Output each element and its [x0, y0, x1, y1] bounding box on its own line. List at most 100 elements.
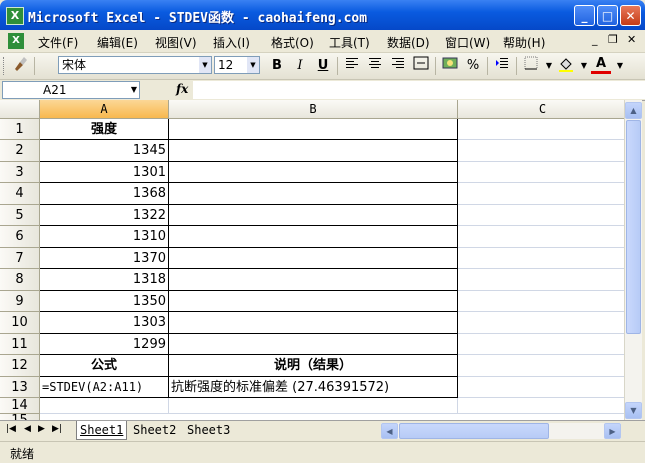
- row-header[interactable]: 8: [0, 269, 40, 291]
- menu-help[interactable]: 帮助(H): [503, 34, 545, 51]
- italic-button[interactable]: I: [290, 56, 310, 76]
- cell-b6[interactable]: [169, 226, 458, 248]
- menu-view[interactable]: 视图(V): [155, 34, 197, 51]
- doc-minimize-button[interactable]: _: [592, 33, 598, 46]
- cell-c4[interactable]: [458, 183, 624, 205]
- cell-a11[interactable]: 1299: [40, 334, 169, 355]
- doc-close-button[interactable]: ✕: [627, 33, 636, 46]
- cell-b9[interactable]: [169, 291, 458, 312]
- align-right-icon[interactable]: [388, 56, 408, 76]
- row-header[interactable]: 13: [0, 377, 40, 398]
- chevron-down-icon[interactable]: ▼: [199, 57, 211, 73]
- cell-a9[interactable]: 1350: [40, 291, 169, 312]
- cell-b11[interactable]: [169, 334, 458, 355]
- cell-a2[interactable]: 1345: [40, 140, 169, 162]
- cell-a14[interactable]: [40, 398, 169, 414]
- options-brush-icon[interactable]: [10, 56, 30, 76]
- cell-a8[interactable]: 1318: [40, 269, 169, 291]
- cell-a4[interactable]: 1368: [40, 183, 169, 205]
- align-left-icon[interactable]: [342, 56, 362, 76]
- bold-button[interactable]: B: [267, 56, 287, 76]
- cell-b4[interactable]: [169, 183, 458, 205]
- toolbar-grip[interactable]: [3, 57, 7, 75]
- menu-data[interactable]: 数据(D): [387, 34, 430, 51]
- row-header[interactable]: 5: [0, 205, 40, 226]
- row-header[interactable]: 4: [0, 183, 40, 205]
- cell-c10[interactable]: [458, 312, 624, 334]
- borders-icon[interactable]: [521, 56, 541, 76]
- menu-insert[interactable]: 插入(I): [213, 34, 250, 51]
- chevron-down-icon[interactable]: ▼: [247, 57, 259, 73]
- row-header[interactable]: 10: [0, 312, 40, 334]
- cell-c13[interactable]: [458, 377, 624, 398]
- first-sheet-icon[interactable]: |◀: [6, 424, 16, 434]
- fill-color-icon[interactable]: [556, 56, 576, 76]
- cell-b7[interactable]: [169, 248, 458, 269]
- sheet-tab-sheet3[interactable]: Sheet3: [184, 421, 233, 439]
- cell-a5[interactable]: 1322: [40, 205, 169, 226]
- minimize-button[interactable]: _: [574, 5, 595, 26]
- cell-a1[interactable]: 强度: [40, 119, 169, 140]
- horizontal-scroll-thumb[interactable]: [399, 423, 549, 439]
- row-header[interactable]: 1: [0, 119, 40, 140]
- row-header[interactable]: 7: [0, 248, 40, 269]
- cell-b10[interactable]: [169, 312, 458, 334]
- cell-a10[interactable]: 1303: [40, 312, 169, 334]
- font-size-combo[interactable]: 12 ▼: [214, 56, 260, 74]
- prev-sheet-icon[interactable]: ◀: [24, 424, 31, 434]
- close-button[interactable]: ✕: [620, 5, 641, 26]
- vertical-scroll-thumb[interactable]: [626, 120, 641, 334]
- scroll-down-icon[interactable]: ▼: [625, 402, 642, 419]
- cell-c6[interactable]: [458, 226, 624, 248]
- menu-file[interactable]: 文件(F): [38, 34, 78, 51]
- scroll-right-icon[interactable]: ▶: [604, 423, 621, 439]
- cell-c7[interactable]: [458, 248, 624, 269]
- cell-c1[interactable]: [458, 119, 624, 140]
- cell-a7[interactable]: 1370: [40, 248, 169, 269]
- cell-c12[interactable]: [458, 355, 624, 377]
- cell-b5[interactable]: [169, 205, 458, 226]
- row-header[interactable]: 14: [0, 398, 40, 414]
- percent-button[interactable]: %: [463, 56, 483, 76]
- workbook-icon[interactable]: X: [8, 33, 24, 49]
- font-color-icon[interactable]: A: [591, 56, 611, 74]
- excel-app-icon[interactable]: X: [6, 7, 24, 25]
- menu-edit[interactable]: 编辑(E): [97, 34, 138, 51]
- sheet-tab-sheet1[interactable]: Sheet1: [76, 421, 128, 440]
- row-header[interactable]: 6: [0, 226, 40, 248]
- cell-b3[interactable]: [169, 162, 458, 183]
- chevron-down-icon[interactable]: ▼: [131, 82, 137, 98]
- cell-c3[interactable]: [458, 162, 624, 183]
- menu-format[interactable]: 格式(O): [271, 34, 314, 51]
- cell-b1[interactable]: [169, 119, 458, 140]
- underline-button[interactable]: U: [313, 56, 333, 76]
- name-box[interactable]: A21 ▼: [2, 81, 140, 99]
- last-sheet-icon[interactable]: ▶|: [52, 424, 62, 434]
- currency-icon[interactable]: [440, 56, 460, 76]
- cell-b8[interactable]: [169, 269, 458, 291]
- column-header-b[interactable]: B: [169, 100, 458, 119]
- fx-icon[interactable]: fx: [176, 82, 188, 96]
- select-all-corner[interactable]: [0, 100, 40, 119]
- cell-a12[interactable]: 公式: [40, 355, 169, 377]
- vertical-scrollbar[interactable]: ▲ ▼: [624, 100, 642, 420]
- sheet-tab-sheet2[interactable]: Sheet2: [130, 421, 179, 439]
- cell-b14[interactable]: [169, 398, 458, 414]
- horizontal-scrollbar[interactable]: ◀ ▶: [381, 423, 621, 439]
- row-header[interactable]: 9: [0, 291, 40, 312]
- merge-center-icon[interactable]: [411, 56, 431, 76]
- cell-b13[interactable]: 抗断强度的标准偏差 (27.46391572): [169, 377, 458, 398]
- scroll-up-icon[interactable]: ▲: [625, 102, 642, 119]
- cell-c2[interactable]: [458, 140, 624, 162]
- font-name-combo[interactable]: 宋体 ▼: [58, 56, 212, 74]
- cell-b2[interactable]: [169, 140, 458, 162]
- maximize-button[interactable]: □: [597, 5, 618, 26]
- column-header-c[interactable]: C: [458, 100, 624, 119]
- align-center-icon[interactable]: [365, 56, 385, 76]
- cell-a6[interactable]: 1310: [40, 226, 169, 248]
- menu-tools[interactable]: 工具(T): [329, 34, 370, 51]
- doc-restore-button[interactable]: ❐: [608, 33, 618, 46]
- row-header[interactable]: 11: [0, 334, 40, 355]
- row-header[interactable]: 12: [0, 355, 40, 377]
- cell-b12[interactable]: 说明（结果）: [169, 355, 458, 377]
